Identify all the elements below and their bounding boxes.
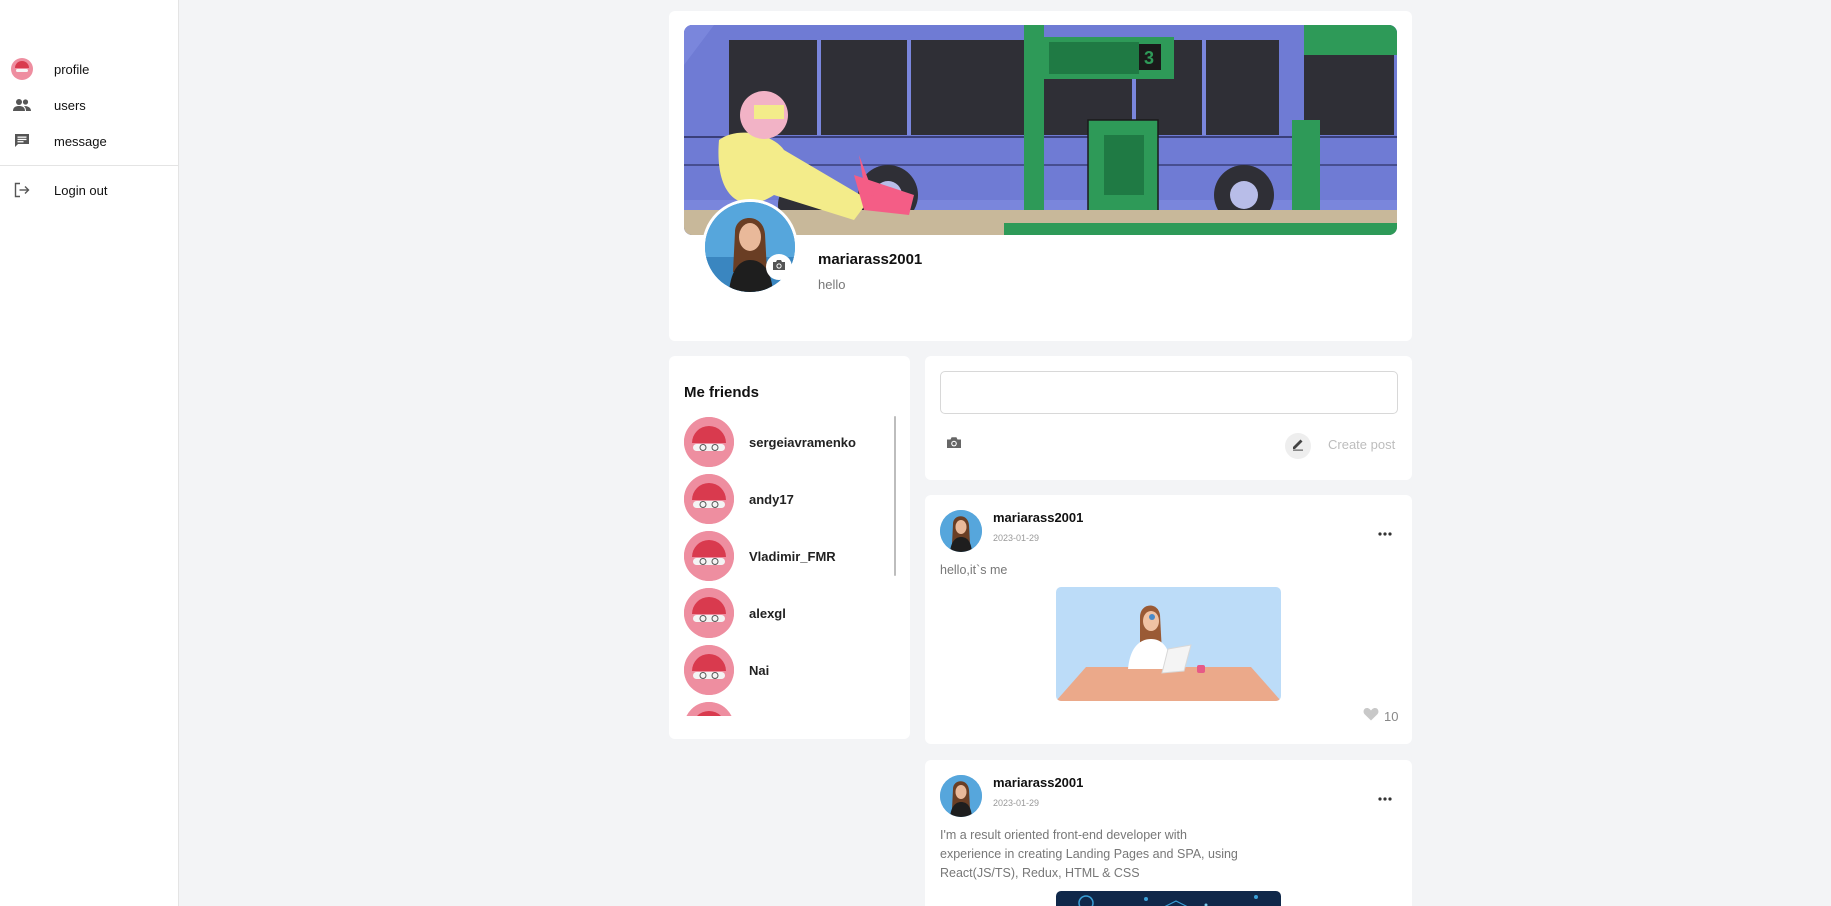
friend-name: sergeiavramenko bbox=[749, 434, 856, 450]
post-text-line: I'm a result oriented front-end develope… bbox=[940, 828, 1187, 842]
friends-title: Me friends bbox=[684, 384, 760, 401]
friend-item[interactable]: andy17 bbox=[684, 473, 894, 525]
post-input[interactable] bbox=[940, 371, 1398, 414]
profile-avatar-icon bbox=[11, 58, 33, 80]
post-author[interactable]: mariarass2001 bbox=[993, 510, 1083, 525]
post-menu-button[interactable] bbox=[1374, 790, 1396, 804]
users-icon bbox=[11, 94, 33, 116]
post-date: 2023-01-29 bbox=[993, 533, 1040, 543]
post-text-line: experience in creating Landing Pages and… bbox=[940, 847, 1238, 861]
friend-item[interactable]: Vladimir_FMR bbox=[684, 530, 894, 582]
friend-item[interactable] bbox=[684, 701, 894, 716]
friend-avatar bbox=[684, 531, 734, 581]
sidebar-item-label: users bbox=[54, 97, 86, 113]
friends-card: Me friends sergeiavramenko andy17 Vladim… bbox=[669, 356, 910, 739]
friend-item[interactable]: alexgl bbox=[684, 587, 894, 639]
friend-name: Nai bbox=[749, 662, 770, 678]
post-author[interactable]: mariarass2001 bbox=[993, 775, 1083, 790]
post-text-line: React(JS/TS), Redux, HTML & CSS bbox=[940, 866, 1140, 880]
post-date: 2023-01-29 bbox=[993, 798, 1040, 808]
camera-icon bbox=[946, 436, 962, 454]
camera-icon bbox=[772, 258, 786, 276]
cover-image: 3 bbox=[684, 25, 1397, 235]
post-author-avatar[interactable] bbox=[940, 510, 982, 552]
friend-avatar bbox=[684, 702, 734, 716]
logout-button[interactable]: Login out bbox=[0, 172, 178, 208]
friends-scrollbar[interactable] bbox=[894, 416, 896, 576]
friend-avatar bbox=[684, 645, 734, 695]
post-text: hello,it`s me bbox=[940, 563, 1008, 577]
post-card: mariarass2001 2023-01-29 hello,it`s me 1… bbox=[925, 495, 1412, 744]
sidebar-item-message[interactable]: message bbox=[0, 123, 178, 159]
heart-icon bbox=[1363, 707, 1379, 726]
edit-post-button[interactable] bbox=[1285, 433, 1311, 459]
attach-photo-button[interactable] bbox=[944, 437, 964, 453]
friends-list: sergeiavramenko andy17 Vladimir_FMR alex… bbox=[684, 416, 894, 716]
post-image[interactable] bbox=[1056, 891, 1281, 906]
sidebar-item-label: message bbox=[54, 133, 107, 149]
svg-text:3: 3 bbox=[1144, 48, 1154, 68]
change-avatar-button[interactable] bbox=[766, 254, 792, 280]
post-menu-button[interactable] bbox=[1374, 525, 1396, 539]
message-icon bbox=[11, 130, 33, 152]
sidebar: profile users message Login out bbox=[0, 0, 179, 906]
friend-avatar bbox=[684, 474, 734, 524]
friend-avatar bbox=[684, 588, 734, 638]
profile-name: mariarass2001 bbox=[818, 251, 923, 268]
more-horizontal-icon bbox=[1378, 788, 1392, 806]
pencil-icon bbox=[1291, 437, 1305, 456]
friend-name: Vladimir_FMR bbox=[749, 548, 836, 564]
create-post-card: Create post bbox=[925, 356, 1412, 480]
post-image[interactable] bbox=[1056, 587, 1281, 701]
create-post-button[interactable]: Create post bbox=[1328, 437, 1395, 452]
post-card: mariarass2001 2023-01-29 I'm a result or… bbox=[925, 760, 1412, 906]
friend-name: alexgl bbox=[749, 605, 786, 621]
sidebar-item-label: profile bbox=[54, 61, 90, 77]
sidebar-item-profile[interactable]: profile bbox=[0, 51, 178, 87]
sidebar-divider bbox=[0, 165, 178, 166]
logout-label: Login out bbox=[54, 182, 108, 198]
profile-avatar[interactable] bbox=[702, 199, 798, 295]
post-author-avatar[interactable] bbox=[940, 775, 982, 817]
sidebar-item-users[interactable]: users bbox=[0, 87, 178, 123]
friend-avatar bbox=[684, 417, 734, 467]
profile-card: 3 mariarass2001 hello bbox=[669, 11, 1412, 341]
like-count: 10 bbox=[1384, 709, 1399, 724]
profile-status: hello bbox=[818, 277, 846, 292]
logout-icon bbox=[11, 179, 33, 201]
friend-name: andy17 bbox=[749, 491, 794, 507]
more-horizontal-icon bbox=[1378, 523, 1392, 541]
like-button[interactable]: 10 bbox=[1363, 707, 1398, 726]
friend-item[interactable]: Nai bbox=[684, 644, 894, 696]
friend-item[interactable]: sergeiavramenko bbox=[684, 416, 894, 468]
post-text: I'm a result oriented front-end develope… bbox=[940, 826, 1238, 883]
